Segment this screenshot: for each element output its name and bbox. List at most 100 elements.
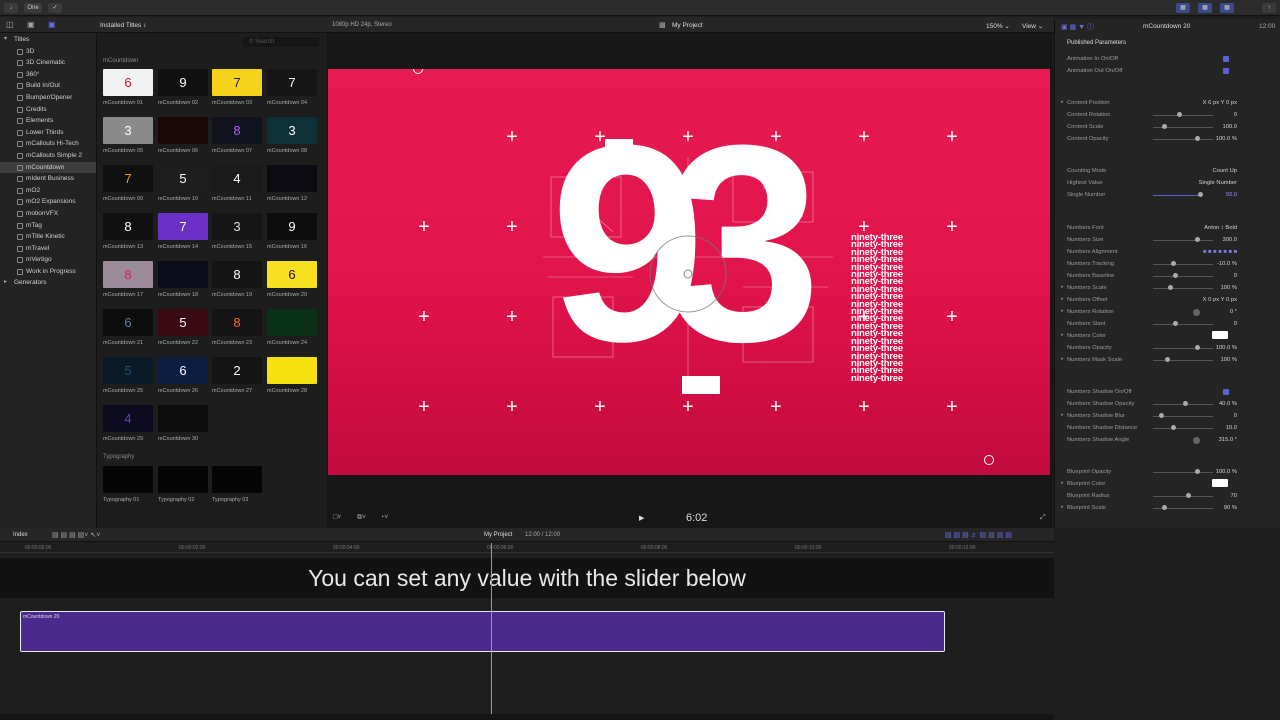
- title-thumbnail[interactable]: 7: [212, 69, 262, 96]
- typography-thumbnail[interactable]: [212, 466, 262, 493]
- sidebar-item[interactable]: mIdent Business: [0, 173, 96, 185]
- parameter-value[interactable]: -10.0 %: [1217, 261, 1237, 267]
- slider-track[interactable]: [1153, 472, 1213, 473]
- title-thumbnail[interactable]: [158, 405, 208, 432]
- parameter-value[interactable]: 10.0: [1226, 425, 1237, 431]
- layout-icon-3[interactable]: ▦: [1220, 3, 1234, 13]
- slider-track[interactable]: [1153, 240, 1213, 241]
- title-thumbnail[interactable]: 7: [158, 213, 208, 240]
- y-value[interactable]: 0: [1226, 297, 1229, 303]
- disclosure-icon[interactable]: ▸: [1061, 480, 1064, 486]
- checkbox[interactable]: [1223, 68, 1229, 74]
- index-button[interactable]: Index: [13, 532, 28, 538]
- parameter-value[interactable]: 100 %: [1221, 357, 1237, 363]
- sidebar-item[interactable]: Elements: [0, 115, 96, 127]
- title-thumbnail[interactable]: 4: [212, 165, 262, 192]
- layout-icon-1[interactable]: ▦: [1176, 3, 1190, 13]
- parameter-value[interactable]: 93.0: [1226, 192, 1237, 198]
- title-thumbnail[interactable]: 5: [103, 357, 153, 384]
- title-thumbnail[interactable]: 8: [212, 309, 262, 336]
- title-thumbnail[interactable]: [158, 261, 208, 288]
- sidebar-item[interactable]: mO2 Expansions: [0, 196, 96, 208]
- slider-knob[interactable]: [1162, 124, 1167, 129]
- slider-knob[interactable]: [1162, 505, 1167, 510]
- slider-knob[interactable]: [1165, 357, 1170, 362]
- slider-knob[interactable]: [1195, 136, 1200, 141]
- y-value[interactable]: 0: [1226, 100, 1229, 106]
- slider-knob[interactable]: [1172, 321, 1178, 326]
- parameter-value[interactable]: 0: [1234, 321, 1237, 327]
- sidebar-item[interactable]: 3D: [0, 46, 96, 58]
- parameter-value[interactable]: 70: [1231, 493, 1237, 499]
- title-thumbnail[interactable]: 8: [103, 261, 153, 288]
- sidebar-item[interactable]: Work in Progress: [0, 266, 96, 278]
- title-thumbnail[interactable]: 6: [103, 309, 153, 336]
- disclosure-icon[interactable]: ▸: [1061, 99, 1064, 105]
- sidebar-item[interactable]: mCallouts Hi-Tech: [0, 138, 96, 150]
- slider-knob[interactable]: [1186, 493, 1191, 498]
- title-thumbnail[interactable]: 8: [212, 261, 262, 288]
- timeline-ruler[interactable]: 00:00:00:00 00:00:02:00 00:00:04:00 00:00:0…: [0, 543, 1054, 553]
- sidebar-item[interactable]: mTag: [0, 220, 96, 232]
- title-thumbnail[interactable]: 6: [158, 357, 208, 384]
- slider-knob[interactable]: [1171, 261, 1176, 266]
- sidebar-item[interactable]: Credits: [0, 104, 96, 116]
- disclosure-icon[interactable]: ▸: [4, 277, 7, 289]
- sidebar-item[interactable]: Bumper/Opener: [0, 92, 96, 104]
- sidebar-item[interactable]: mTitle Kinetic: [0, 231, 96, 243]
- check-icon[interactable]: ✓: [48, 3, 62, 13]
- slider-track[interactable]: [1153, 195, 1198, 196]
- slider-track[interactable]: [1153, 360, 1213, 361]
- parameter-value[interactable]: 100.0 %: [1216, 136, 1237, 142]
- sidebar-item[interactable]: Build In/Out: [0, 80, 96, 92]
- zoom-popup[interactable]: 150% ⌄: [986, 22, 1010, 30]
- color-swatch[interactable]: [1212, 479, 1228, 487]
- title-thumbnail[interactable]: 4: [103, 405, 153, 432]
- slider-knob[interactable]: [1198, 192, 1203, 197]
- sidebar-item[interactable]: 3D Cinematic: [0, 57, 96, 69]
- title-thumbnail[interactable]: 5: [158, 165, 208, 192]
- sidebar-item[interactable]: ▾ Titles: [0, 34, 96, 46]
- parameter-value[interactable]: 100.0 %: [1216, 469, 1237, 475]
- slider-track[interactable]: [1153, 139, 1213, 140]
- inspector-tab-icons[interactable]: ▣ ▦ ▼ ⓘ: [1061, 22, 1094, 32]
- slider-track[interactable]: [1153, 324, 1213, 325]
- transform-handle-top[interactable]: [413, 69, 423, 74]
- import-icon[interactable]: ↓: [4, 3, 18, 13]
- title-thumbnail[interactable]: 3: [103, 117, 153, 144]
- titles-icon[interactable]: ▣: [48, 20, 56, 29]
- alignment-buttons[interactable]: ■ ■ ■ ■ ■ ■ ■: [1203, 249, 1237, 255]
- disclosure-icon[interactable]: ▾: [4, 34, 7, 46]
- title-thumbnail[interactable]: 3: [212, 213, 262, 240]
- fullscreen-icon[interactable]: ⤢: [1040, 514, 1046, 522]
- transform-tool-icon[interactable]: □˅: [333, 514, 341, 521]
- sidebar-item[interactable]: motionVFX: [0, 208, 96, 220]
- parameter-value[interactable]: 0: [1234, 112, 1237, 118]
- parameter-value[interactable]: 0: [1234, 413, 1237, 419]
- installed-titles-popup[interactable]: Installed Titles ↕: [100, 22, 146, 29]
- title-thumbnail[interactable]: [267, 357, 317, 384]
- timeline-clip[interactable]: mCountdown 20: [20, 611, 945, 652]
- parameter-value[interactable]: 315.0 °: [1219, 437, 1237, 443]
- sidebar-item[interactable]: mVertigo: [0, 254, 96, 266]
- title-thumbnail[interactable]: 2: [212, 357, 262, 384]
- title-thumbnail[interactable]: 8: [212, 117, 262, 144]
- disclosure-icon[interactable]: ▸: [1061, 308, 1064, 314]
- slider-knob[interactable]: [1195, 237, 1200, 242]
- slider-knob[interactable]: [1177, 112, 1182, 117]
- sidebar-item[interactable]: 360°: [0, 69, 96, 81]
- checkbox[interactable]: [1223, 389, 1229, 395]
- title-thumbnail[interactable]: 6: [267, 261, 317, 288]
- timeline-right-icons[interactable]: ▤ ▤ ▤ ♬ ▤ ▤ ▤ ▤: [945, 531, 1012, 539]
- sidebar-item[interactable]: Lower Thirds: [0, 127, 96, 139]
- title-thumbnail[interactable]: [158, 117, 208, 144]
- search-field[interactable]: ⚲ Search: [243, 37, 319, 47]
- disclosure-icon[interactable]: ▸: [1061, 412, 1064, 418]
- playhead[interactable]: [491, 543, 492, 715]
- timeline-tool-icons[interactable]: ▤ ▤ ▤ ▤˅ ↖˅: [52, 531, 100, 539]
- angle-dial-icon[interactable]: [1193, 437, 1200, 444]
- slider-knob[interactable]: [1183, 401, 1188, 406]
- keyword-button[interactable]: One: [24, 3, 42, 13]
- viewer-canvas[interactable]: + + + + + + + + + + + + + + + + + + + + + 93 ninety-three nin…: [328, 69, 1050, 475]
- photos-icon[interactable]: ▣: [27, 20, 35, 29]
